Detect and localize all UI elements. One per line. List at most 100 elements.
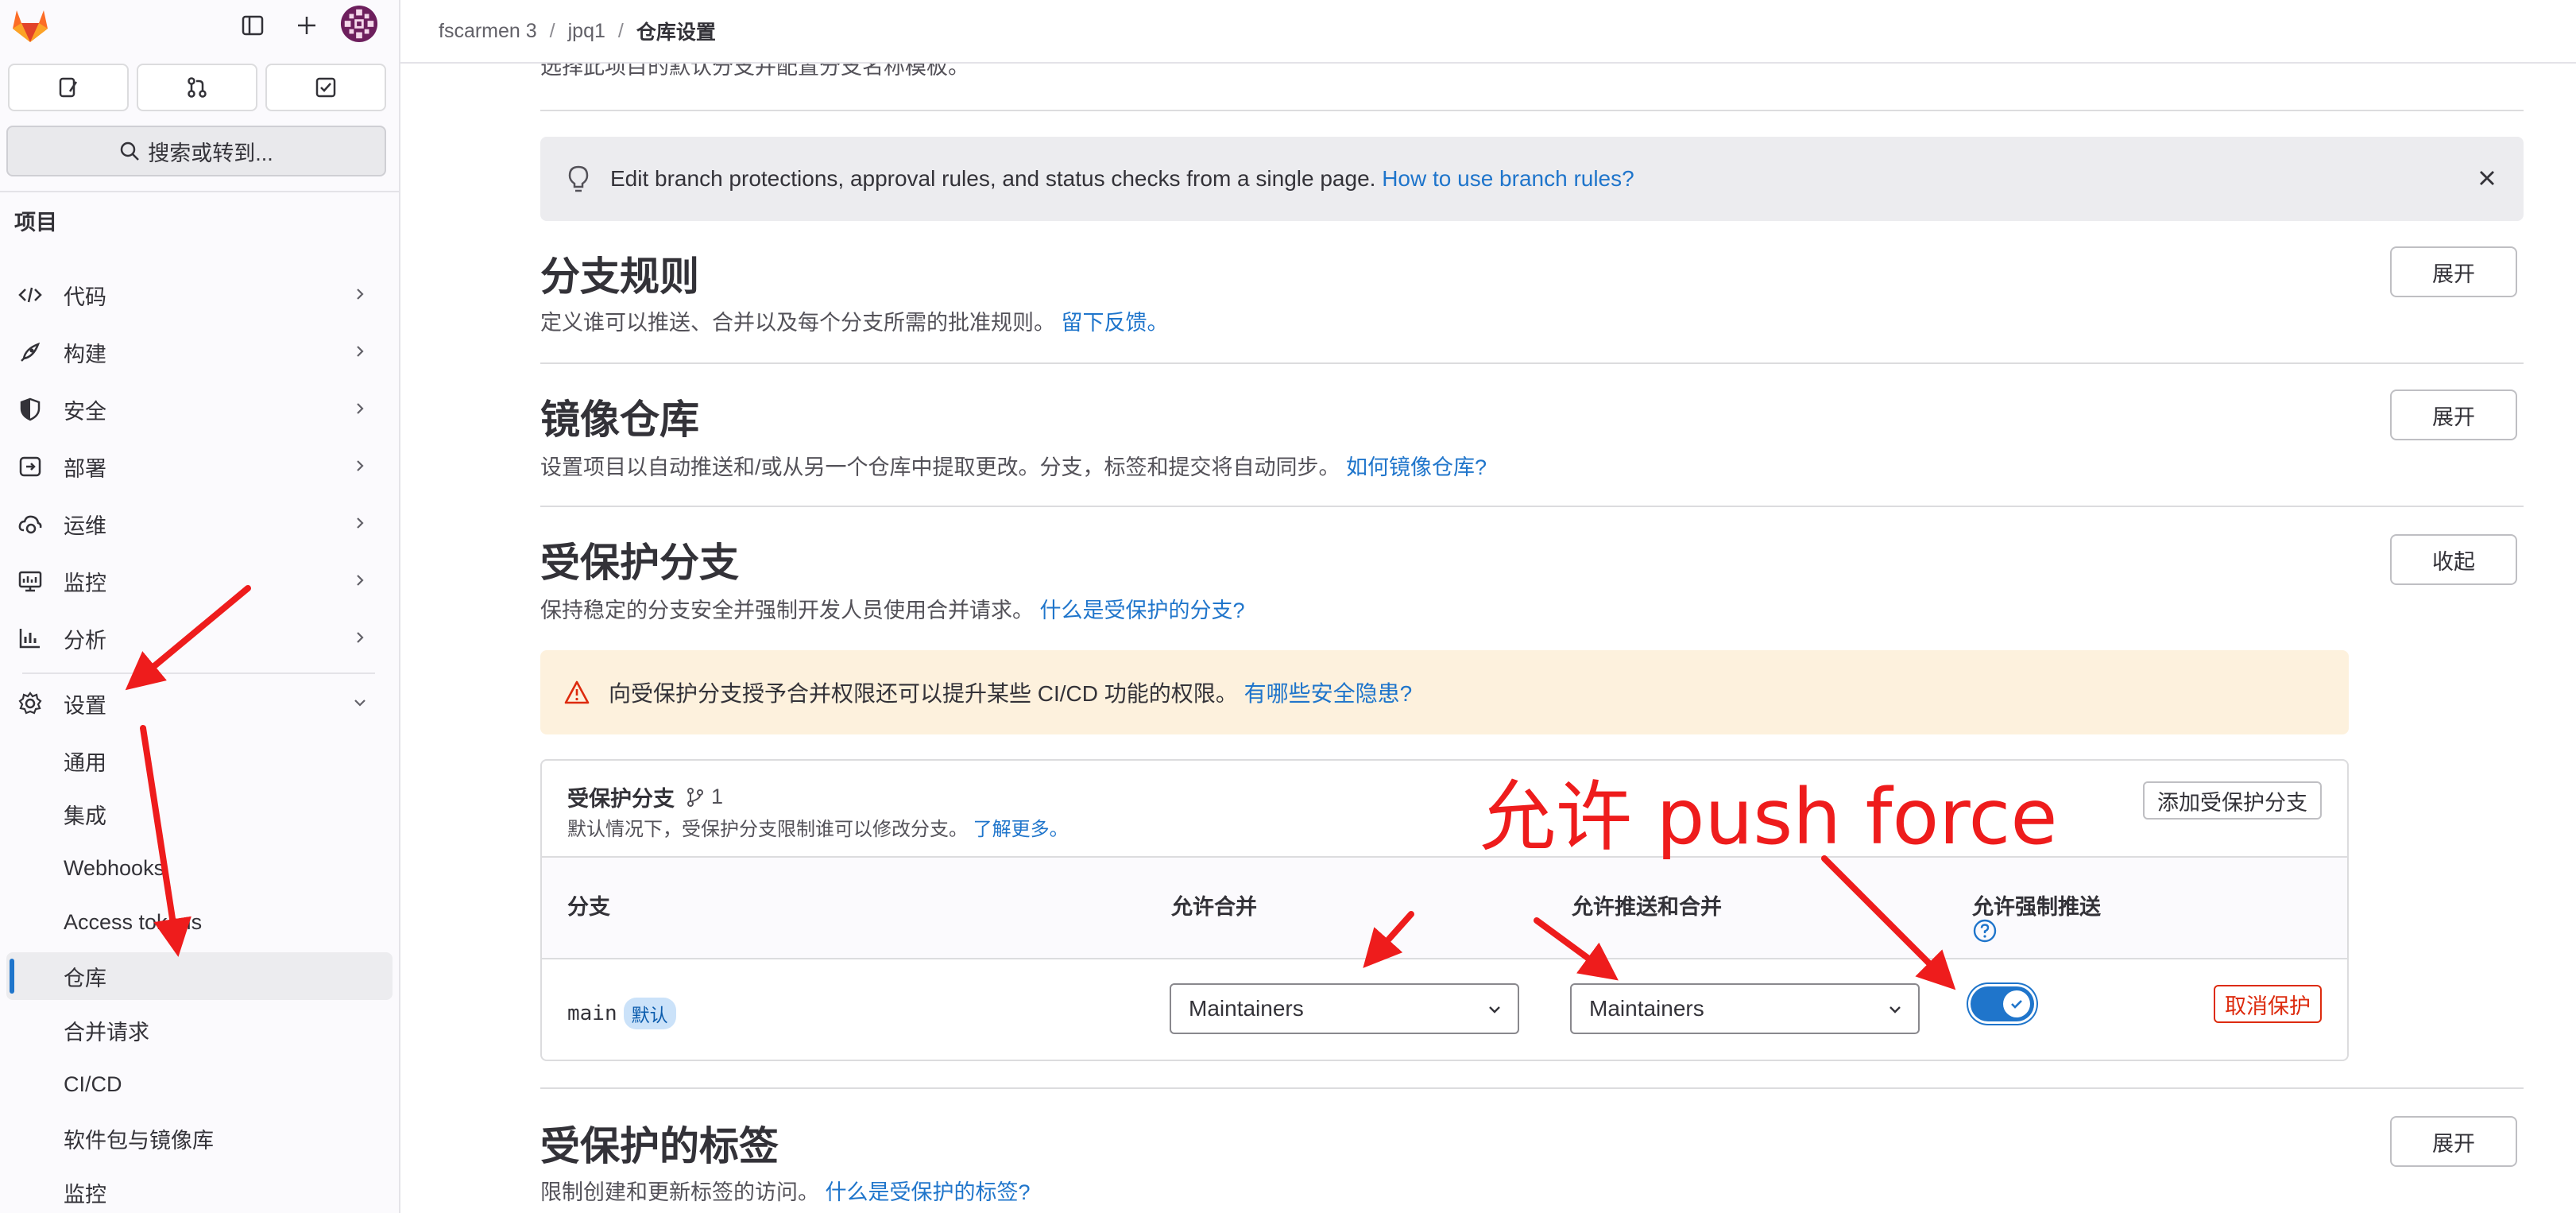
protected-tags-expand-button[interactable]: 展开 bbox=[2390, 1116, 2517, 1167]
card-subtitle-text: 默认情况下，受保护分支限制谁可以修改分支。 bbox=[567, 819, 968, 840]
branch-name: main 默认 bbox=[567, 998, 676, 1029]
column-header-allowed-to-push: 允许推送和合并 bbox=[1572, 895, 1722, 919]
table-header: 分支 允许合并 允许推送和合并 允许强制推送 bbox=[542, 858, 2347, 959]
sidebar-item-label: 构建 bbox=[64, 342, 106, 366]
branch-rules-title: 分支规则 bbox=[540, 254, 699, 299]
mirror-desc-text: 设置项目以自动推送和/或从另一个仓库中提取更改。分支，标签和提交将自动同步。 bbox=[540, 455, 1340, 479]
protected-branches-card: 受保护分支 1 默认情况下，受保护分支限制谁可以修改分支。 了解更多。 添加受保… bbox=[540, 759, 2349, 1061]
learn-more-link[interactable]: 了解更多。 bbox=[973, 819, 1069, 840]
sidebar-toggle-icon[interactable] bbox=[234, 6, 272, 45]
help-icon[interactable] bbox=[1972, 918, 1998, 944]
mirror-title: 镜像仓库 bbox=[540, 397, 699, 442]
gitlab-logo[interactable] bbox=[11, 6, 49, 45]
card-header: 受保护分支 1 默认情况下，受保护分支限制谁可以修改分支。 了解更多。 添加受保… bbox=[542, 761, 2347, 858]
breadcrumb-item-current[interactable]: 仓库设置 bbox=[636, 17, 716, 45]
alert-message: Edit branch protections, approval rules,… bbox=[610, 166, 1376, 191]
section-divider bbox=[540, 506, 2524, 507]
branch-rules-help-link[interactable]: How to use branch rules? bbox=[1382, 166, 1634, 191]
breadcrumb-separator: / bbox=[549, 19, 555, 42]
branch-rules-expand-button[interactable]: 展开 bbox=[2390, 246, 2517, 297]
sidebar-item-security[interactable]: 安全 bbox=[8, 385, 385, 434]
feedback-link[interactable]: 留下反馈。 bbox=[1062, 311, 1169, 335]
branch-name-text: main bbox=[567, 1002, 617, 1025]
sidebar: 搜索或转到... 项目 代码 构建 安全 部署 运维 监控 分析 设置 通用 集… bbox=[0, 0, 400, 1213]
sidebar-subitem-general[interactable]: 通用 bbox=[6, 737, 393, 785]
chevron-right-icon bbox=[357, 632, 364, 643]
sidebar-item-build[interactable]: 构建 bbox=[8, 327, 385, 377]
issues-button[interactable] bbox=[8, 64, 129, 111]
sidebar-item-settings[interactable]: 设置 bbox=[8, 679, 385, 728]
avatar[interactable] bbox=[340, 5, 378, 43]
sidebar-item-label: 分析 bbox=[64, 628, 106, 653]
chevron-right-icon bbox=[357, 575, 364, 586]
sidebar-subitem-integrations[interactable]: 集成 bbox=[6, 790, 393, 838]
section-divider bbox=[540, 110, 2524, 111]
sidebar-subitem-repository[interactable]: 仓库 bbox=[6, 952, 393, 1000]
divider bbox=[22, 672, 375, 674]
allowed-to-merge-dropdown[interactable]: Maintainers bbox=[1170, 983, 1519, 1034]
protected-tags-description: 限制创建和更新标签的访问。 什么是受保护的标签? bbox=[540, 1175, 1031, 1206]
protected-branches-desc-text: 保持稳定的分支安全并强制开发人员使用合并请求。 bbox=[540, 599, 1034, 622]
protected-branches-collapse-button[interactable]: 收起 bbox=[2390, 534, 2517, 585]
allowed-to-merge-value: Maintainers bbox=[1189, 996, 1304, 1021]
sidebar-item-analyze[interactable]: 分析 bbox=[8, 614, 385, 663]
unprotect-button[interactable]: 取消保护 bbox=[2214, 985, 2322, 1023]
sidebar-item-label: 代码 bbox=[64, 285, 106, 309]
chevron-down-icon bbox=[1889, 1006, 1901, 1013]
alert-text: Edit branch protections, approval rules,… bbox=[610, 166, 1634, 192]
warning-text: 向受保护分支授予合并权限还可以提升某些 CI/CD 功能的权限。 有哪些安全隐患… bbox=[609, 676, 1412, 708]
protected-tags-desc-text: 限制创建和更新标签的访问。 bbox=[540, 1180, 819, 1204]
security-implications-link[interactable]: 有哪些安全隐患? bbox=[1244, 681, 1413, 706]
column-header-allowed-to-merge: 允许合并 bbox=[1171, 895, 1257, 919]
gear-icon bbox=[14, 688, 46, 719]
chart-icon bbox=[14, 622, 46, 654]
toggle-knob bbox=[2003, 990, 2030, 1017]
divider bbox=[0, 191, 399, 192]
sidebar-item-label: 监控 bbox=[64, 571, 106, 595]
section-label: 项目 bbox=[14, 211, 57, 234]
default-badge: 默认 bbox=[623, 998, 676, 1029]
warning-icon bbox=[564, 680, 590, 704]
check-icon bbox=[2011, 1000, 2022, 1009]
sidebar-subitem-packages-registries[interactable]: 软件包与镜像库 bbox=[6, 1114, 393, 1162]
sidebar-item-operate[interactable]: 运维 bbox=[8, 499, 385, 548]
sidebar-item-label: 部署 bbox=[64, 456, 106, 481]
add-protected-branch-button[interactable]: 添加受保护分支 bbox=[2143, 781, 2322, 820]
column-header-force-push: 允许强制推送 bbox=[1972, 895, 2101, 919]
shield-icon bbox=[14, 393, 46, 425]
mirror-help-link[interactable]: 如何镜像仓库? bbox=[1346, 455, 1487, 479]
sidebar-item-code[interactable]: 代码 bbox=[8, 270, 385, 320]
branch-count-value: 1 bbox=[711, 785, 724, 808]
code-icon bbox=[14, 279, 46, 311]
lightbulb-icon bbox=[568, 165, 589, 192]
sidebar-item-deploy[interactable]: 部署 bbox=[8, 442, 385, 491]
sidebar-item-monitor[interactable]: 监控 bbox=[8, 556, 385, 606]
sidebar-subitem-webhooks[interactable]: Webhooks bbox=[6, 844, 393, 892]
close-icon[interactable] bbox=[2474, 165, 2500, 191]
protected-tags-help-link[interactable]: 什么是受保护的标签? bbox=[826, 1180, 1031, 1204]
search-button[interactable]: 搜索或转到... bbox=[6, 126, 386, 176]
breadcrumb-item-project[interactable]: jpq1 bbox=[568, 20, 605, 43]
section-divider bbox=[540, 362, 2524, 364]
protected-branches-title: 受保护分支 bbox=[540, 541, 739, 585]
allowed-to-push-dropdown[interactable]: Maintainers bbox=[1570, 983, 1920, 1034]
plus-icon[interactable] bbox=[288, 6, 326, 45]
protected-branches-description: 保持稳定的分支安全并强制开发人员使用合并请求。 什么是受保护的分支? bbox=[540, 593, 1245, 624]
breadcrumb-separator: / bbox=[617, 19, 624, 42]
protected-branches-help-link[interactable]: 什么是受保护的分支? bbox=[1040, 599, 1245, 622]
branch-icon bbox=[687, 787, 703, 807]
sidebar-subitem-cicd[interactable]: CI/CD bbox=[6, 1060, 393, 1108]
sidebar-subitem-monitor[interactable]: 监控 bbox=[6, 1168, 393, 1213]
chevron-right-icon bbox=[357, 403, 364, 414]
branch-rules-description: 定义谁可以推送、合并以及每个分支所需的批准规则。 留下反馈。 bbox=[540, 305, 1169, 336]
issues-icon bbox=[59, 77, 78, 98]
sidebar-subitem-merge-requests[interactable]: 合并请求 bbox=[6, 1006, 393, 1054]
todos-button[interactable] bbox=[265, 64, 386, 111]
sidebar-subitem-access-tokens[interactable]: Access tokens bbox=[6, 898, 393, 946]
breadcrumb-item-group[interactable]: fscarmen 3 bbox=[439, 20, 537, 43]
mirror-expand-button[interactable]: 展开 bbox=[2390, 389, 2517, 440]
deployments-icon bbox=[14, 451, 46, 482]
card-subtitle: 默认情况下，受保护分支限制谁可以修改分支。 了解更多。 bbox=[567, 813, 1069, 841]
force-push-toggle[interactable] bbox=[1971, 986, 2034, 1021]
merge-requests-button[interactable] bbox=[137, 64, 257, 111]
